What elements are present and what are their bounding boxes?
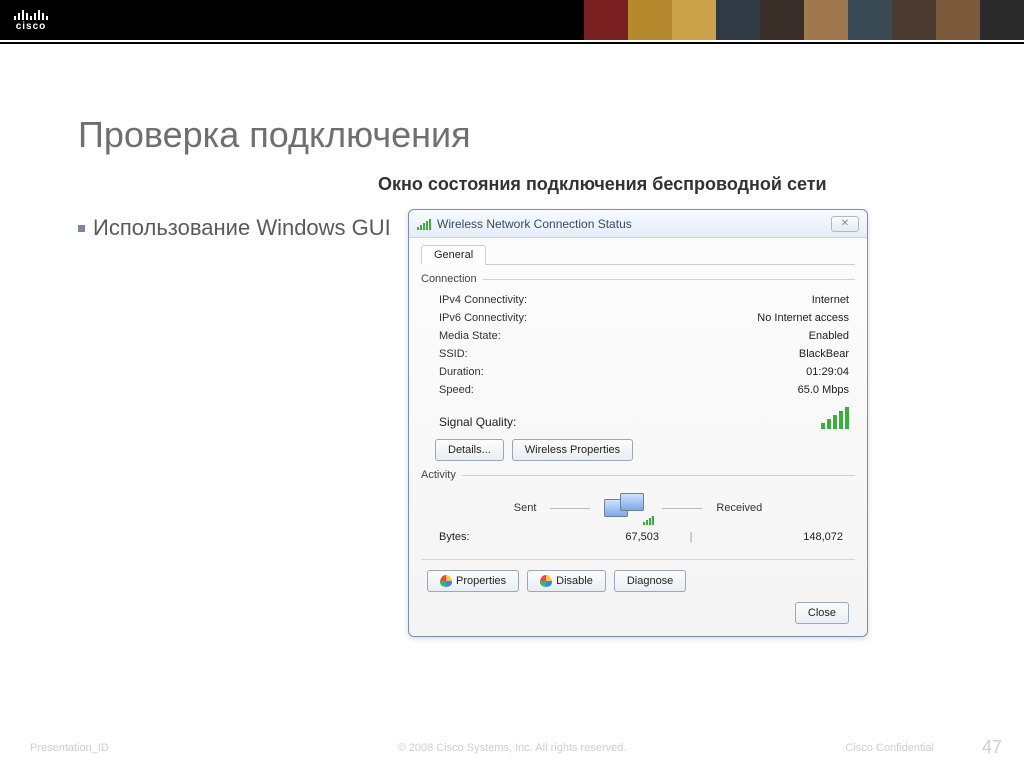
bullet-item: Использование Windows GUI — [78, 215, 408, 241]
slide-footer: Presentation_ID © 2008 Cisco Systems, In… — [0, 742, 1024, 754]
diagnose-button[interactable]: Diagnose — [614, 570, 686, 592]
dialog-title-text: Wireless Network Connection Status — [437, 217, 632, 231]
disable-button[interactable]: Disable — [527, 570, 606, 592]
bottom-buttons: Properties Disable Diagnose — [421, 568, 855, 598]
row-duration: Duration:01:29:04 — [421, 363, 855, 381]
bytes-row: Bytes: 67,503 | 148,072 — [421, 527, 855, 551]
dialog-titlebar: Wireless Network Connection Status ✕ — [409, 210, 867, 238]
bytes-received-value: 148,072 — [723, 531, 843, 543]
close-icon[interactable]: ✕ — [831, 216, 859, 232]
content-row: Использование Windows GUI Wireless Netwo… — [78, 209, 946, 637]
group-connection-label: Connection — [421, 273, 855, 285]
cisco-logo: cisco — [14, 8, 48, 32]
sent-label: Sent — [514, 502, 537, 514]
footer-right: Cisco Confidential — [845, 742, 934, 754]
bytes-separator: | — [659, 531, 723, 543]
bullet-text: Использование Windows GUI — [93, 215, 391, 241]
shield-icon — [540, 575, 552, 587]
top-bar: cisco — [0, 0, 1024, 40]
bytes-sent-value: 67,503 — [539, 531, 659, 543]
shield-icon — [440, 575, 452, 587]
close-button[interactable]: Close — [795, 602, 849, 624]
group-activity-label: Activity — [421, 469, 855, 481]
slide-body: Проверка подключения Окно состояния подк… — [0, 44, 1024, 768]
group-connection-text: Connection — [421, 273, 477, 285]
signal-quality-label: Signal Quality: — [439, 415, 516, 429]
properties-button[interactable]: Properties — [427, 570, 519, 592]
dialog-body: General Connection IPv4 Connectivity:Int… — [409, 238, 867, 636]
connection-buttons: Details... Wireless Properties — [421, 431, 855, 465]
tab-general[interactable]: General — [421, 245, 486, 265]
activity-visual: Sent Received — [421, 487, 855, 527]
bytes-label: Bytes: — [439, 531, 539, 543]
divider — [421, 559, 855, 560]
page-number: 47 — [982, 737, 1002, 758]
row-speed: Speed:65.0 Mbps — [421, 381, 855, 399]
row-ipv6: IPv6 Connectivity:No Internet access — [421, 309, 855, 327]
cisco-logo-text: cisco — [16, 21, 47, 32]
signal-icon — [417, 218, 431, 230]
bullet-square-icon — [78, 225, 85, 232]
tab-strip: General — [421, 244, 855, 265]
slide-subtitle: Окно состояния подключения беспроводной … — [378, 174, 946, 195]
slide-title: Проверка подключения — [78, 114, 946, 156]
row-ssid: SSID:BlackBear — [421, 345, 855, 363]
signal-bars-icon — [821, 405, 849, 429]
wireless-properties-button[interactable]: Wireless Properties — [512, 439, 633, 461]
wireless-status-dialog: Wireless Network Connection Status ✕ Gen… — [408, 209, 868, 637]
row-media: Media State:Enabled — [421, 327, 855, 345]
row-signal-quality: Signal Quality: — [421, 399, 855, 431]
received-label: Received — [716, 502, 762, 514]
row-ipv4: IPv4 Connectivity:Internet — [421, 291, 855, 309]
bullet-list: Использование Windows GUI — [78, 209, 408, 637]
close-row: Close — [421, 598, 855, 624]
dash-icon — [662, 508, 702, 509]
monitors-icon — [604, 493, 648, 523]
details-button[interactable]: Details... — [435, 439, 504, 461]
dash-icon — [550, 508, 590, 509]
cisco-logo-bars-icon — [14, 8, 48, 20]
activity-area: Sent Received Bytes: 67,503 | 148,07 — [421, 487, 855, 551]
group-activity-text: Activity — [421, 469, 456, 481]
header-photo-strip — [584, 0, 1024, 40]
